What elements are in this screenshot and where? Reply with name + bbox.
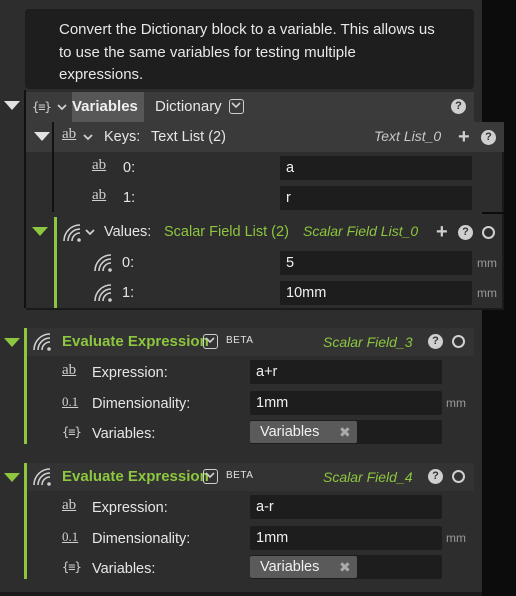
key-0-field[interactable]: a (280, 156, 472, 180)
dimensionality-label: Dimensionality: (92, 396, 191, 412)
text-type-icon: ab (62, 126, 77, 142)
beta-badge: BETA (226, 335, 254, 346)
unit-label: mm (446, 396, 466, 410)
chevron-down-icon[interactable] (83, 134, 93, 141)
scalar-field-icon (94, 254, 112, 272)
keys-row[interactable]: ab Keys: Text List (2) Text List_0 + ? (26, 122, 504, 152)
help-icon[interactable]: ? (481, 130, 496, 145)
chevron-down-icon[interactable] (57, 104, 67, 111)
variables-field[interactable]: Variables ✖ (250, 555, 442, 579)
dimensionality-label: Dimensionality: (92, 531, 191, 547)
dictionary-icon: {≡} (62, 560, 82, 574)
dimensionality-field[interactable]: 1mm (250, 526, 442, 550)
keys-rail (26, 122, 54, 212)
beta-badge: BETA (226, 470, 254, 481)
output-port-icon[interactable] (482, 226, 495, 239)
dropdown-toggle-icon[interactable] (203, 334, 218, 349)
node-title: Evaluate Expression (62, 333, 209, 350)
unit-label: mm (446, 531, 466, 545)
keys-name: Text List_0 (374, 128, 442, 144)
output-port-icon[interactable] (452, 335, 465, 348)
number-type-icon: 0.1 (62, 394, 79, 409)
dictionary-icon: {≡} (62, 425, 82, 439)
variables-label: Variables: (92, 561, 156, 577)
values-name: Scalar Field List_0 (303, 223, 419, 239)
add-icon[interactable]: + (436, 222, 448, 242)
collapse-triangle-icon[interactable] (4, 101, 20, 110)
variables-chip-label: Variables (260, 424, 320, 440)
add-icon[interactable]: + (458, 127, 470, 147)
list-index: 1: (123, 190, 136, 206)
variables-field[interactable]: Variables ✖ (250, 420, 442, 444)
collapse-triangle-icon[interactable] (4, 473, 20, 482)
collapse-triangle-icon[interactable] (32, 227, 48, 236)
text-type-icon: ab (92, 187, 107, 203)
bottom-divider (0, 592, 482, 596)
help-icon[interactable]: ? (451, 99, 466, 114)
value-1-field[interactable]: 10mm (280, 281, 472, 305)
dropdown-toggle-icon[interactable] (229, 99, 244, 114)
dictionary-icon: {≡} (32, 100, 52, 114)
dictionary-node-header[interactable]: {≡} Variables Dictionary ? (26, 92, 474, 122)
node-output-name: Scalar Field_3 (323, 334, 413, 350)
tab-variables[interactable]: Variables (72, 92, 144, 122)
scalar-field-icon (94, 284, 112, 302)
collapse-triangle-icon[interactable] (4, 338, 20, 347)
dimensionality-field[interactable]: 1mm (250, 391, 442, 415)
variables-chip[interactable]: Variables ✖ (250, 556, 357, 578)
list-index: 0: (122, 255, 135, 271)
number-type-icon: 0.1 (62, 529, 79, 544)
expression-field[interactable]: a-r (250, 495, 442, 519)
variables-chip[interactable]: Variables ✖ (250, 421, 357, 443)
key-1-field[interactable]: r (280, 186, 472, 210)
list-index: 1: (122, 285, 135, 301)
tab-dictionary[interactable]: Dictionary (155, 98, 222, 115)
text-type-icon: ab (62, 497, 77, 513)
variables-chip-label: Variables (260, 559, 320, 575)
values-label: Values: (104, 224, 152, 240)
remove-chip-icon[interactable]: ✖ (339, 556, 351, 578)
expression-field[interactable]: a+r (250, 360, 442, 384)
list-index: 0: (123, 160, 136, 176)
chevron-down-icon[interactable] (85, 229, 95, 236)
help-icon[interactable]: ? (428, 469, 443, 484)
keys-label: Keys: (104, 129, 141, 145)
comment-text: Convert the Dictionary block to a variab… (59, 21, 435, 83)
tab-variables-label: Variables (72, 98, 138, 115)
scalar-field-icon (63, 224, 81, 242)
values-row[interactable]: Values: Scalar Field List (2) Scalar Fie… (26, 217, 504, 247)
expression-label: Expression: (92, 500, 168, 516)
unit-label: mm (477, 256, 497, 270)
help-icon[interactable]: ? (458, 225, 473, 240)
expression-label: Expression: (92, 365, 168, 381)
text-type-icon: ab (92, 157, 107, 173)
comment-block[interactable]: Convert the Dictionary block to a variab… (25, 9, 474, 89)
scalar-field-icon (33, 468, 51, 486)
dropdown-toggle-icon[interactable] (203, 469, 218, 484)
remove-chip-icon[interactable]: ✖ (339, 421, 351, 443)
evaluate-expression-header[interactable]: Evaluate Expression BETA Scalar Field_3 … (27, 328, 474, 356)
values-type: Scalar Field List (2) (164, 224, 289, 240)
keys-type: Text List (2) (151, 129, 226, 145)
unit-label: mm (477, 286, 497, 300)
help-icon[interactable]: ? (428, 334, 443, 349)
output-port-icon[interactable] (452, 470, 465, 483)
value-0-field[interactable]: 5 (280, 251, 472, 275)
variables-label: Variables: (92, 426, 156, 442)
evaluate-expression-header[interactable]: Evaluate Expression BETA Scalar Field_4 … (27, 463, 474, 491)
node-output-name: Scalar Field_4 (323, 469, 413, 485)
node-title: Evaluate Expression (62, 468, 209, 485)
scalar-field-icon (33, 333, 51, 351)
text-type-icon: ab (62, 362, 77, 378)
